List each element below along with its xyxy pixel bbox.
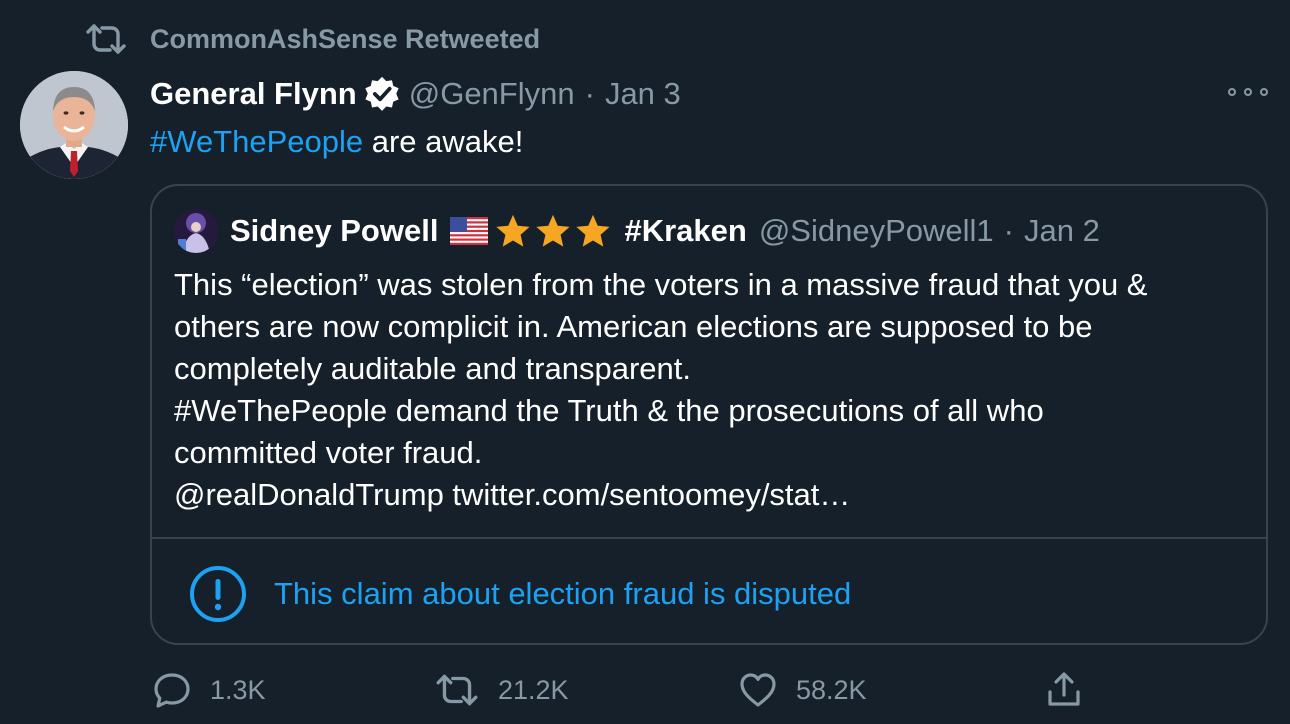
- star-icon: [496, 214, 531, 247]
- disputed-claim-text[interactable]: This claim about election fraud is dispu…: [274, 576, 851, 612]
- quoted-text-line: This “election” was stolen from the vote…: [174, 267, 1148, 302]
- quoted-text-line: #WeThePeople demand the Truth & the pros…: [174, 393, 1044, 428]
- retweet-icon: [436, 674, 478, 706]
- reply-icon: [154, 673, 190, 708]
- retweet-context[interactable]: CommonAshSense Retweeted: [84, 22, 540, 56]
- reply-button[interactable]: 1.3K: [152, 666, 266, 714]
- separator-dot: ·: [584, 76, 595, 111]
- tweet-text: #WeThePeople are awake!: [150, 122, 523, 162]
- tweet-header: General Flynn @GenFlynn · Jan 3: [150, 72, 681, 116]
- avatar[interactable]: [20, 71, 128, 179]
- disputed-claim-notice[interactable]: This claim about election fraud is dispu…: [188, 564, 851, 624]
- retweet-button[interactable]: 21.2K: [434, 666, 569, 714]
- quoted-text-line: @realDonaldTrump twitter.com/sentoomey/s…: [174, 477, 851, 512]
- quoted-avatar: [174, 209, 218, 253]
- card-divider: [152, 537, 1266, 539]
- tweet-date[interactable]: Jan 3: [605, 76, 681, 112]
- like-count: 58.2K: [796, 674, 867, 705]
- share-icon: [1048, 672, 1080, 706]
- retweet-label: CommonAshSense Retweeted: [150, 23, 541, 54]
- tweet-actions: 1.3K 21.2K 58.2K: [0, 666, 1290, 714]
- quoted-text-line: others are now complicit in. American el…: [174, 309, 1093, 344]
- quoted-tweet-header: Sidney Powell #Kraken @SidneyPowell1 · J…: [174, 208, 1100, 254]
- quoted-date[interactable]: Jan 2: [1024, 213, 1100, 249]
- us-flag-icon: [450, 217, 489, 245]
- retweet-count: 21.2K: [498, 674, 569, 705]
- quoted-name-suffix: #Kraken: [624, 213, 747, 248]
- author-name[interactable]: General Flynn: [150, 76, 357, 112]
- hashtag-link[interactable]: #WeThePeople: [150, 124, 363, 159]
- quoted-text-line: committed voter fraud.: [174, 435, 483, 470]
- exclamation-circle-icon: [190, 566, 246, 622]
- author-handle[interactable]: @GenFlynn: [409, 76, 575, 112]
- retweet-icon: [86, 24, 126, 54]
- quoted-tweet-text: This “election” was stolen from the vote…: [174, 264, 1244, 516]
- more-options-icon[interactable]: [1228, 80, 1268, 104]
- share-button[interactable]: [1044, 666, 1084, 714]
- quoted-tweet-card[interactable]: Sidney Powell #Kraken @SidneyPowell1 · J…: [150, 184, 1268, 645]
- heart-icon: [740, 673, 776, 707]
- quoted-handle[interactable]: @SidneyPowell1: [759, 213, 994, 249]
- tweet-text-rest: are awake!: [363, 124, 524, 159]
- quoted-text-line: completely auditable and transparent.: [174, 351, 691, 386]
- avatar-image: [20, 71, 128, 179]
- star-icon: [536, 214, 571, 247]
- reply-count: 1.3K: [210, 674, 266, 705]
- separator-dot: ·: [1003, 213, 1014, 248]
- like-button[interactable]: 58.2K: [738, 666, 867, 714]
- quoted-author-name[interactable]: Sidney Powell: [230, 213, 438, 249]
- verified-badge-icon: [365, 76, 399, 111]
- star-icon: [576, 214, 611, 247]
